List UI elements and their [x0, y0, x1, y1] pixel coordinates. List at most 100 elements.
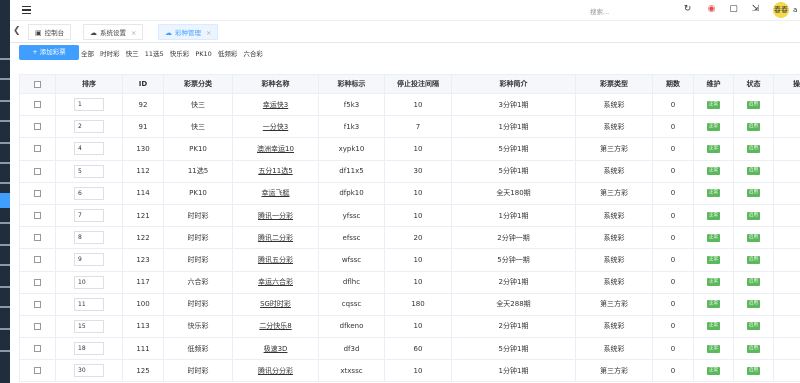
row-select-cell[interactable] — [19, 159, 56, 183]
row-select-cell[interactable] — [19, 203, 56, 228]
sidebar-item[interactable] — [0, 100, 10, 102]
row-checkbox[interactable] — [34, 300, 41, 308]
lottery-name-link[interactable]: 腾讯五分彩 — [232, 248, 319, 272]
close-icon[interactable]: × — [131, 29, 136, 37]
row-select-cell[interactable] — [19, 226, 56, 250]
filter-item[interactable]: 11选5 — [145, 50, 164, 58]
sort-input[interactable]: 18 — [74, 342, 104, 356]
status-badge[interactable]: 启用 — [747, 300, 760, 309]
row-select-cell[interactable] — [19, 248, 56, 272]
maintenance-badge[interactable]: 正常 — [707, 122, 720, 131]
row-checkbox[interactable] — [34, 189, 41, 197]
row-checkbox[interactable] — [34, 322, 41, 330]
status-badge[interactable]: 启用 — [747, 278, 760, 287]
maintenance-badge[interactable]: 正常 — [707, 167, 720, 176]
sidebar-item[interactable] — [0, 120, 10, 122]
row-checkbox[interactable] — [34, 212, 41, 220]
maintenance-badge[interactable]: 正常 — [707, 255, 720, 264]
lottery-name-link[interactable]: 一分快3 — [232, 115, 319, 139]
tab-lottery-management[interactable]: ☁ 彩种管理 × — [158, 24, 219, 40]
sort-input[interactable]: 9 — [74, 253, 104, 267]
username[interactable]: a — [793, 6, 797, 14]
row-select-cell[interactable] — [19, 359, 56, 383]
sidebar-item[interactable] — [0, 78, 10, 80]
status-badge[interactable]: 启用 — [747, 322, 760, 331]
status-badge[interactable]: 启用 — [747, 211, 760, 220]
maintenance-badge[interactable]: 正常 — [707, 300, 720, 309]
lottery-name-link[interactable]: 二分快乐8 — [232, 314, 319, 339]
lottery-name-link[interactable]: 腾讯一分彩 — [232, 203, 319, 228]
sidebar-item[interactable] — [0, 222, 10, 224]
filter-item[interactable]: 全部 — [81, 50, 94, 58]
lock-icon[interactable]: ▢ — [728, 4, 739, 15]
sidebar-item[interactable] — [0, 58, 10, 60]
sort-input[interactable]: 4 — [74, 142, 104, 156]
lottery-name-link[interactable]: 澳洲幸运10 — [232, 137, 319, 161]
status-badge[interactable]: 启用 — [747, 144, 760, 153]
lottery-name-link[interactable]: 腾讯二分彩 — [232, 226, 319, 250]
sidebar-item[interactable] — [0, 142, 10, 144]
status-badge[interactable]: 启用 — [747, 100, 760, 109]
row-select-cell[interactable] — [19, 314, 56, 339]
maintenance-badge[interactable]: 正常 — [707, 344, 720, 353]
sort-input[interactable]: 11 — [74, 297, 104, 311]
row-select-cell[interactable] — [19, 337, 56, 361]
row-checkbox[interactable] — [34, 278, 41, 286]
sort-input[interactable]: 30 — [74, 364, 104, 378]
lottery-name-link[interactable]: 幸运六合彩 — [232, 270, 319, 294]
sidebar-item-active[interactable] — [0, 193, 10, 208]
sidebar-item[interactable] — [0, 328, 10, 330]
maintenance-badge[interactable]: 正常 — [707, 278, 720, 287]
status-badge[interactable]: 启用 — [747, 167, 760, 176]
lottery-name-link[interactable]: 腾讯分分彩 — [232, 359, 319, 383]
filter-item[interactable]: PK10 — [195, 50, 211, 58]
row-checkbox[interactable] — [34, 256, 41, 264]
tab-dashboard[interactable]: ▣ 控制台 — [28, 24, 72, 40]
lottery-name-link[interactable]: 幸运快3 — [232, 92, 319, 117]
filter-item[interactable]: 时时彩 — [100, 50, 120, 58]
maintenance-badge[interactable]: 正常 — [707, 100, 720, 109]
notification-icon[interactable]: ◉ — [706, 4, 717, 15]
row-select-cell[interactable] — [19, 292, 56, 316]
sidebar-item[interactable] — [0, 286, 10, 288]
row-checkbox[interactable] — [34, 145, 41, 153]
lottery-name-link[interactable]: 极速3D — [232, 337, 319, 361]
avatar[interactable]: 春春 — [773, 2, 789, 18]
sort-input[interactable]: 7 — [74, 209, 104, 223]
sidebar-item[interactable] — [0, 306, 10, 308]
select-all-cell[interactable] — [19, 74, 56, 94]
add-lottery-button[interactable]: + 添加彩票 — [19, 45, 79, 60]
filter-item[interactable]: 快三 — [126, 50, 139, 58]
status-badge[interactable]: 启用 — [747, 122, 760, 131]
hamburger-menu-icon[interactable] — [22, 6, 31, 15]
sidebar-item[interactable] — [0, 264, 10, 266]
status-badge[interactable]: 启用 — [747, 366, 760, 375]
maintenance-badge[interactable]: 正常 — [707, 233, 720, 242]
status-badge[interactable]: 启用 — [747, 255, 760, 264]
row-checkbox[interactable] — [34, 367, 41, 375]
search-input[interactable]: 搜索... — [590, 6, 609, 16]
sort-input[interactable]: 1 — [74, 98, 104, 112]
row-select-cell[interactable] — [19, 137, 56, 161]
sidebar-item[interactable] — [0, 162, 10, 164]
sort-input[interactable]: 10 — [74, 275, 104, 289]
row-checkbox[interactable] — [34, 345, 41, 353]
sort-input[interactable]: 2 — [74, 120, 104, 134]
status-badge[interactable]: 启用 — [747, 233, 760, 242]
maintenance-badge[interactable]: 正常 — [707, 144, 720, 153]
filter-item[interactable]: 低频彩 — [218, 50, 238, 58]
row-checkbox[interactable] — [34, 167, 41, 175]
lottery-name-link[interactable]: 五分11选5 — [232, 159, 319, 183]
sidebar-item[interactable] — [0, 244, 10, 246]
sort-input[interactable]: 15 — [74, 319, 104, 333]
select-all-checkbox[interactable] — [34, 80, 41, 88]
maintenance-badge[interactable]: 正常 — [707, 366, 720, 375]
row-checkbox[interactable] — [34, 234, 41, 242]
sort-input[interactable]: 8 — [74, 231, 104, 245]
row-checkbox[interactable] — [34, 101, 41, 109]
lottery-name-link[interactable]: 幸运飞艇 — [232, 181, 319, 205]
lottery-name-link[interactable]: SG时时彩 — [232, 292, 319, 316]
fullscreen-icon[interactable]: ⇲ — [750, 4, 761, 15]
sort-input[interactable]: 6 — [74, 186, 104, 200]
row-checkbox[interactable] — [34, 123, 41, 131]
